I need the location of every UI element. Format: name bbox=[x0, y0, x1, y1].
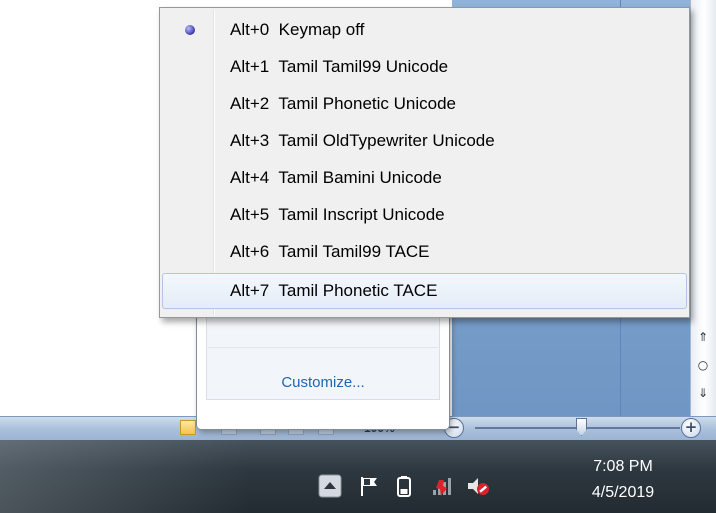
popup-divider bbox=[208, 347, 438, 348]
menu-item-label: Alt+4 Tamil Bamini Unicode bbox=[230, 168, 442, 187]
vertical-scrollbar[interactable] bbox=[690, 0, 716, 416]
menu-item-tamil99-tace[interactable]: Alt+6 Tamil Tamil99 TACE bbox=[162, 234, 687, 270]
taskbar-glass bbox=[0, 440, 250, 513]
clock-date[interactable]: 4/5/2019 bbox=[568, 484, 678, 502]
menu-item-keymap-off[interactable]: Alt+0 Keymap off bbox=[162, 12, 687, 48]
radio-selected-icon bbox=[185, 25, 195, 35]
menu-item-phonetic-unicode[interactable]: Alt+2 Tamil Phonetic Unicode bbox=[162, 86, 687, 122]
menu-item-label: Alt+6 Tamil Tamil99 TACE bbox=[230, 242, 430, 261]
menu-item-inscript-unicode[interactable]: Alt+5 Tamil Inscript Unicode bbox=[162, 197, 687, 233]
menu-item-label: Alt+1 Tamil Tamil99 Unicode bbox=[230, 57, 449, 76]
zoom-in-icon[interactable]: + bbox=[681, 418, 701, 438]
next-page-icon[interactable]: ⇓ bbox=[692, 384, 714, 402]
clock-time[interactable]: 7:08 PM bbox=[568, 458, 678, 476]
menu-item-label: Alt+5 Tamil Inscript Unicode bbox=[230, 205, 445, 224]
battery-icon[interactable] bbox=[392, 474, 416, 498]
menu-item-phonetic-tace[interactable]: Alt+7 Tamil Phonetic TACE bbox=[162, 273, 687, 309]
show-hidden-icons-arrow-icon[interactable] bbox=[318, 474, 342, 498]
menu-item-label: Alt+7 Tamil Phonetic TACE bbox=[230, 281, 438, 300]
volume-muted-icon[interactable] bbox=[466, 474, 490, 498]
menu-item-label: Alt+0 Keymap off bbox=[230, 20, 365, 39]
menu-item-label: Alt+3 Tamil OldTypewriter Unicode bbox=[230, 131, 495, 150]
previous-page-icon[interactable]: ⇑ bbox=[692, 328, 714, 346]
menu-item-label: Alt+2 Tamil Phonetic Unicode bbox=[230, 94, 457, 113]
menu-item-tamil99-unicode[interactable]: Alt+1 Tamil Tamil99 Unicode bbox=[162, 49, 687, 85]
customize-link[interactable]: Customize... bbox=[206, 374, 440, 391]
action-center-flag-icon[interactable] bbox=[357, 474, 381, 498]
select-browse-object-icon[interactable]: ○ bbox=[692, 356, 714, 374]
print-layout-view-button[interactable] bbox=[180, 420, 196, 435]
network-icon[interactable] bbox=[430, 474, 454, 498]
menu-item-oldtypewriter-unicode[interactable]: Alt+3 Tamil OldTypewriter Unicode bbox=[162, 123, 687, 159]
menu-item-bamini-unicode[interactable]: Alt+4 Tamil Bamini Unicode bbox=[162, 160, 687, 196]
